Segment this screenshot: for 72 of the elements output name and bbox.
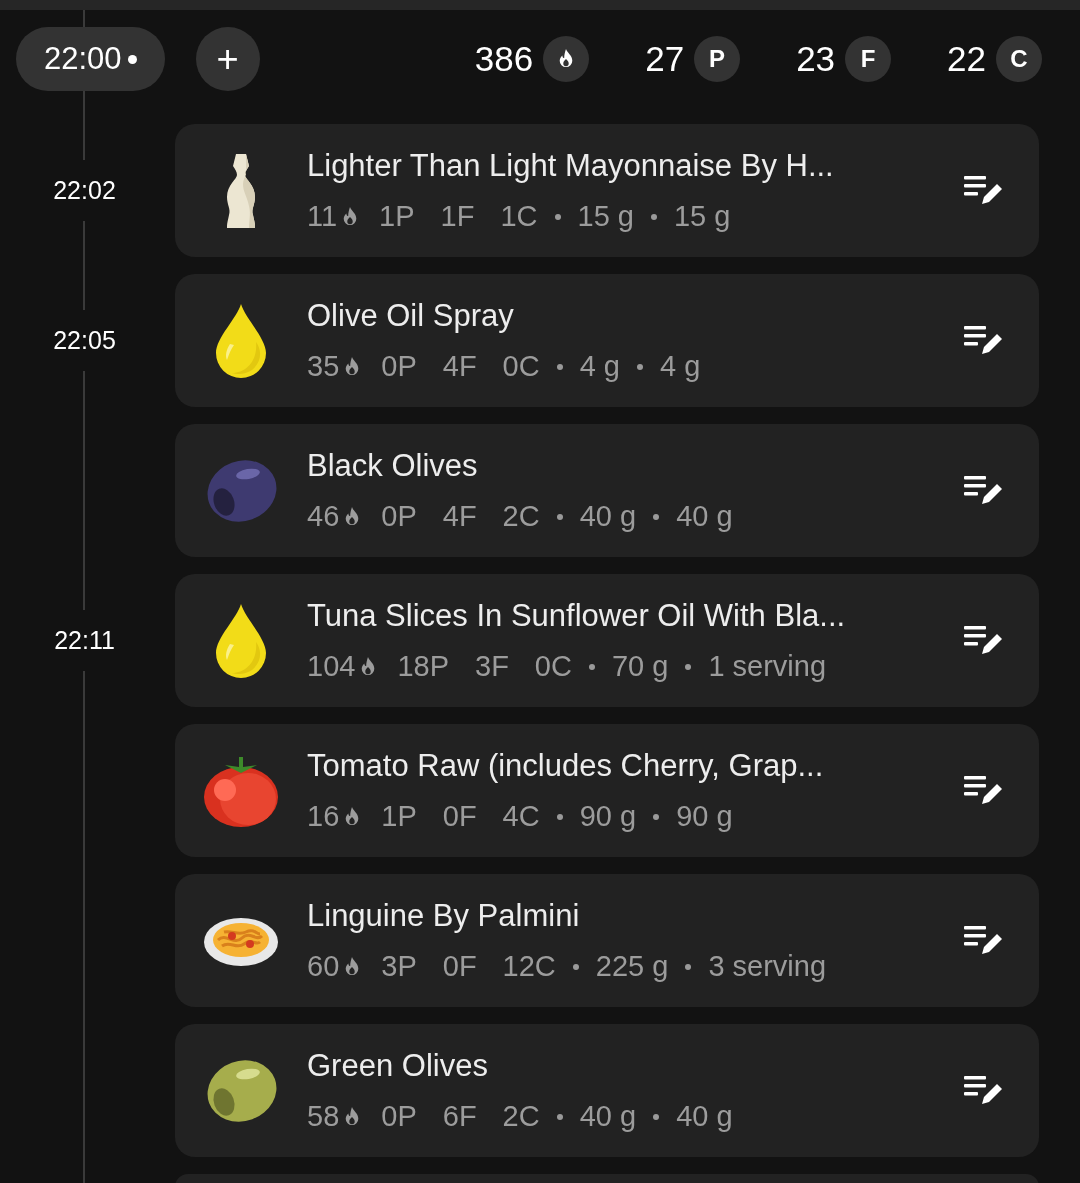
weight-value: 40 g [579,1099,637,1134]
weight-value: 70 g [611,649,669,684]
portion-value: 1 serving [708,649,827,684]
portion-value: 4 g [660,349,701,384]
macro-value: 0P [381,349,417,384]
macro-value: 6F [442,1099,477,1134]
macro-value: 4F [442,499,477,534]
time-pill[interactable]: 22:00 [16,27,165,91]
oil-drop-icon [216,603,266,678]
macro-badge: P [694,36,741,82]
macro-value: 3F [475,649,509,684]
calorie-value: 60 [307,949,340,984]
macro-value: 1F [440,199,475,234]
food-name: Olive Oil Spray [307,296,515,335]
weight-value: 40 g [579,499,637,534]
food-card[interactable]: Olive Oil Spray 35 0P 4F 0C 4 g 4 g [175,274,1039,407]
calorie-value: 46 [307,499,340,534]
macro-value: 4F [442,349,477,384]
food-name: Green Olives [307,1046,489,1085]
weight-value: 90 g [579,799,637,834]
calorie-value: 58 [307,1099,340,1134]
weight-value: 4 g [579,349,620,384]
macro-value: 0F [442,949,477,984]
macro-value: 0P [381,1099,417,1134]
macro-value: 0P [381,499,417,534]
macro-value: 1P [381,799,417,834]
portion-value: 40 g [676,499,733,534]
weight-value: 225 g [595,949,669,984]
weight-value: 15 g [577,199,634,234]
portion-value: 3 serving [708,949,827,984]
food-name: Tomato Raw (includes Cherry, Grap... [307,746,825,785]
macro-value: 18P [397,649,449,684]
total-value: 23 [796,37,836,80]
portion-value: 15 g [673,199,731,234]
time-label: 22:02 [53,159,116,222]
food-card[interactable]: Tomato Raw (includes Cherry, Grap... 16 1P 0F 4C 90 g 90 g [175,724,1039,857]
add-button[interactable]: + [195,27,260,91]
total-value: 22 [947,37,986,80]
macro-value: 3P [381,949,417,984]
macro-value: 12C [502,949,556,984]
macro-value: 2C [502,1099,540,1134]
calorie-value: 104 [307,649,356,684]
food-card[interactable]: Black Olives 46 0P 4F 2C 40 g 40 g [175,424,1039,557]
calorie-value: 16 [307,799,340,834]
tomato-icon [204,754,278,827]
total-value: 386 [474,37,534,80]
time-label: 22:11 [54,609,115,672]
food-card[interactable]: Green Olives 58 0P 6F 2C 40 g 40 g [175,1024,1039,1157]
oil-drop-icon [216,303,266,378]
calorie-value: 35 [307,349,340,384]
macro-badge: C [996,36,1042,82]
macro-value: 1C [500,199,538,234]
time-label: 22:00 [44,39,122,78]
portion-value: 90 g [676,799,733,834]
macro-value: 0C [534,649,572,684]
portion-value: 40 g [676,1099,733,1134]
macro-value: 4C [502,799,540,834]
food-card[interactable]: Linguine By Palmini 60 3P 0F 12C 225 g 3 serving [175,874,1039,1007]
time-label: 22:05 [53,309,116,372]
food-name: Tuna Slices In Sunflower Oil With Bla... [307,596,847,635]
food-name: Lighter Than Light Mayonnaise By H... [307,146,835,185]
food-name: Black Olives [307,446,479,485]
macro-value: 2C [502,499,540,534]
macro-value: 1P [379,199,415,234]
calorie-value: 11 [307,199,338,234]
total-value: 27 [645,37,685,80]
food-name: Linguine By Palmini [307,896,581,935]
food-card[interactable]: Tuna Slices In Sunflower Oil With Bla... 104 18P 3F 0C 70 g 1 serving [175,574,1039,707]
food-card[interactable]: Lighter Than Light Mayonnaise By H... 11 1P 1F 1C 15 g 15 g [175,124,1039,257]
macro-value: 0F [442,799,477,834]
macro-badge: F [845,36,892,82]
macro-value: 0C [502,349,540,384]
